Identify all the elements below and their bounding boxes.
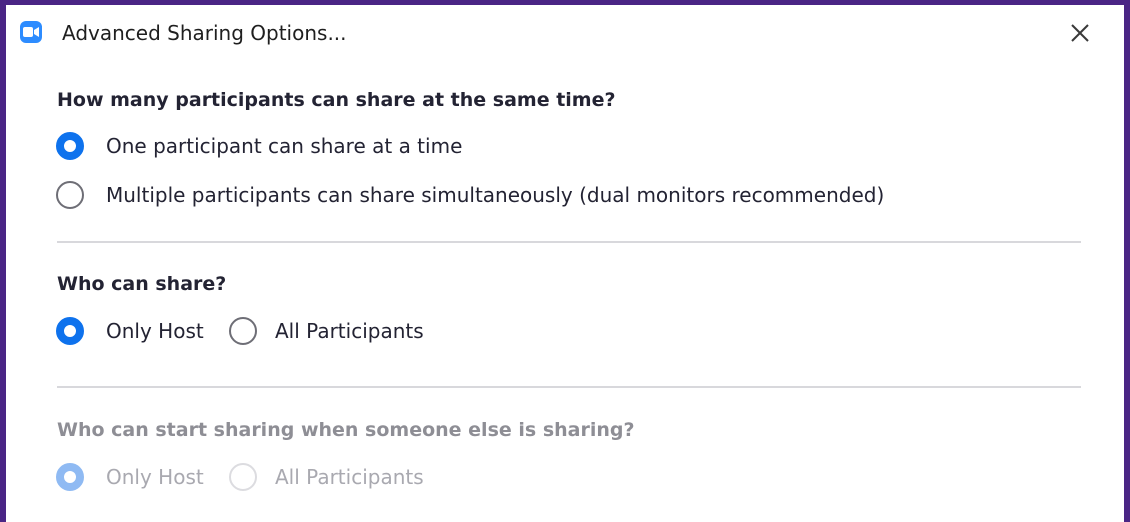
radio-start-only-host[interactable] (56, 463, 84, 491)
radio-multiple-participants[interactable] (56, 181, 84, 209)
title-bar: Advanced Sharing Options... (6, 5, 1124, 59)
radio-label-multiple-participants[interactable]: Multiple participants can share simultan… (106, 181, 884, 209)
section-divider (57, 386, 1081, 388)
section-heading-who-can-share: Who can share? (57, 273, 227, 295)
window-title: Advanced Sharing Options... (62, 21, 347, 45)
radio-label-start-all-participants[interactable]: All Participants (275, 463, 424, 491)
section-heading-start-sharing: Who can start sharing when someone else … (57, 419, 635, 441)
section-divider (57, 241, 1081, 243)
radio-one-participant[interactable] (56, 132, 84, 160)
radio-label-all-participants[interactable]: All Participants (275, 317, 424, 345)
close-icon (1071, 24, 1089, 42)
zoom-video-camera-icon (20, 21, 42, 43)
screen-background: Advanced Sharing Options... How many par… (0, 0, 1130, 522)
radio-label-only-host[interactable]: Only Host (106, 317, 204, 345)
radio-only-host[interactable] (56, 317, 84, 345)
advanced-sharing-dialog: Advanced Sharing Options... How many par… (6, 5, 1124, 522)
radio-label-start-only-host[interactable]: Only Host (106, 463, 204, 491)
close-button[interactable] (1062, 17, 1098, 49)
radio-start-all-participants[interactable] (229, 463, 257, 491)
section-heading-concurrent-sharing: How many participants can share at the s… (57, 89, 616, 111)
radio-all-participants[interactable] (229, 317, 257, 345)
radio-label-one-participant[interactable]: One participant can share at a time (106, 132, 462, 160)
